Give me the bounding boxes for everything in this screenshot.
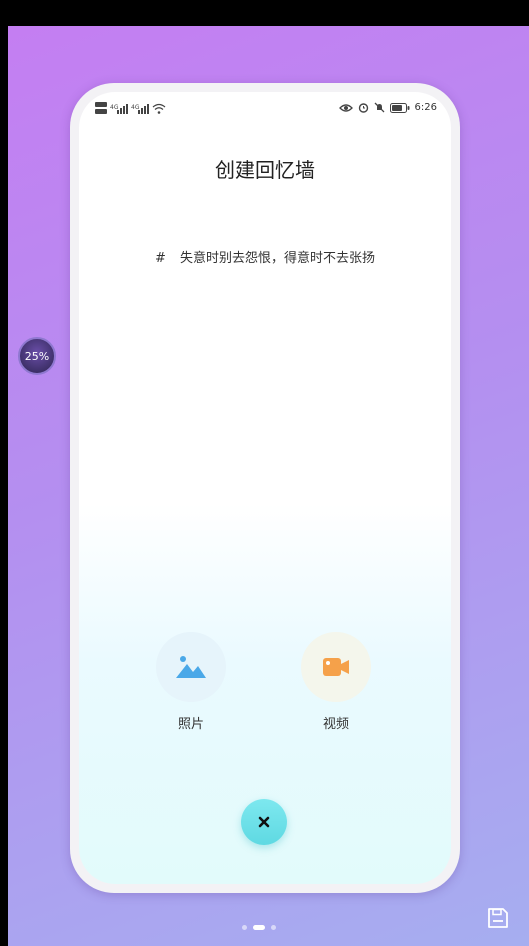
video-camera-icon [323,658,349,676]
close-button[interactable] [241,799,287,845]
signal-icon: 4G 4G [95,102,166,114]
photo-label[interactable]: 照片 [151,713,231,732]
image-icon [176,656,206,678]
save-icon[interactable] [486,906,510,930]
svg-text:4G: 4G [110,104,119,111]
alarm-icon [358,103,368,113]
close-icon [258,816,270,828]
photo-button[interactable] [156,632,226,702]
phone-frame: 4G 4G 6:26 创建回忆墙 # 失意时别去怨恨，得意时不去张扬 照片 视频 [70,83,460,893]
progress-bubble[interactable]: 25% [18,337,56,375]
svg-text:4G: 4G [131,104,140,111]
status-time: 6:26 [414,102,437,113]
mute-icon [374,102,384,113]
battery-icon [389,102,410,113]
page-title: 创建回忆墙 [215,158,315,182]
quote-hash: # [155,251,166,266]
progress-text: 25% [24,349,50,363]
video-button[interactable] [301,632,371,702]
eye-icon [338,103,353,112]
status-bar: 4G 4G 6:26 [95,100,437,118]
background: 4G 4G 6:26 创建回忆墙 # 失意时别去怨恨，得意时不去张扬 照片 视频 [8,26,529,946]
page-dot [271,925,276,930]
status-left: 4G 4G [95,100,175,121]
video-label[interactable]: 视频 [296,713,376,732]
status-right: 6:26 [338,102,437,113]
page-indicator [242,925,276,930]
quote-body: 失意时别去怨恨，得意时不去张扬 [179,251,375,266]
page-dot [242,925,247,930]
phone-screen: 4G 4G 6:26 创建回忆墙 # 失意时别去怨恨，得意时不去张扬 照片 视频 [79,92,451,884]
page-dot-active [253,925,265,930]
quote-text: # 失意时别去怨恨，得意时不去张扬 [79,247,451,266]
